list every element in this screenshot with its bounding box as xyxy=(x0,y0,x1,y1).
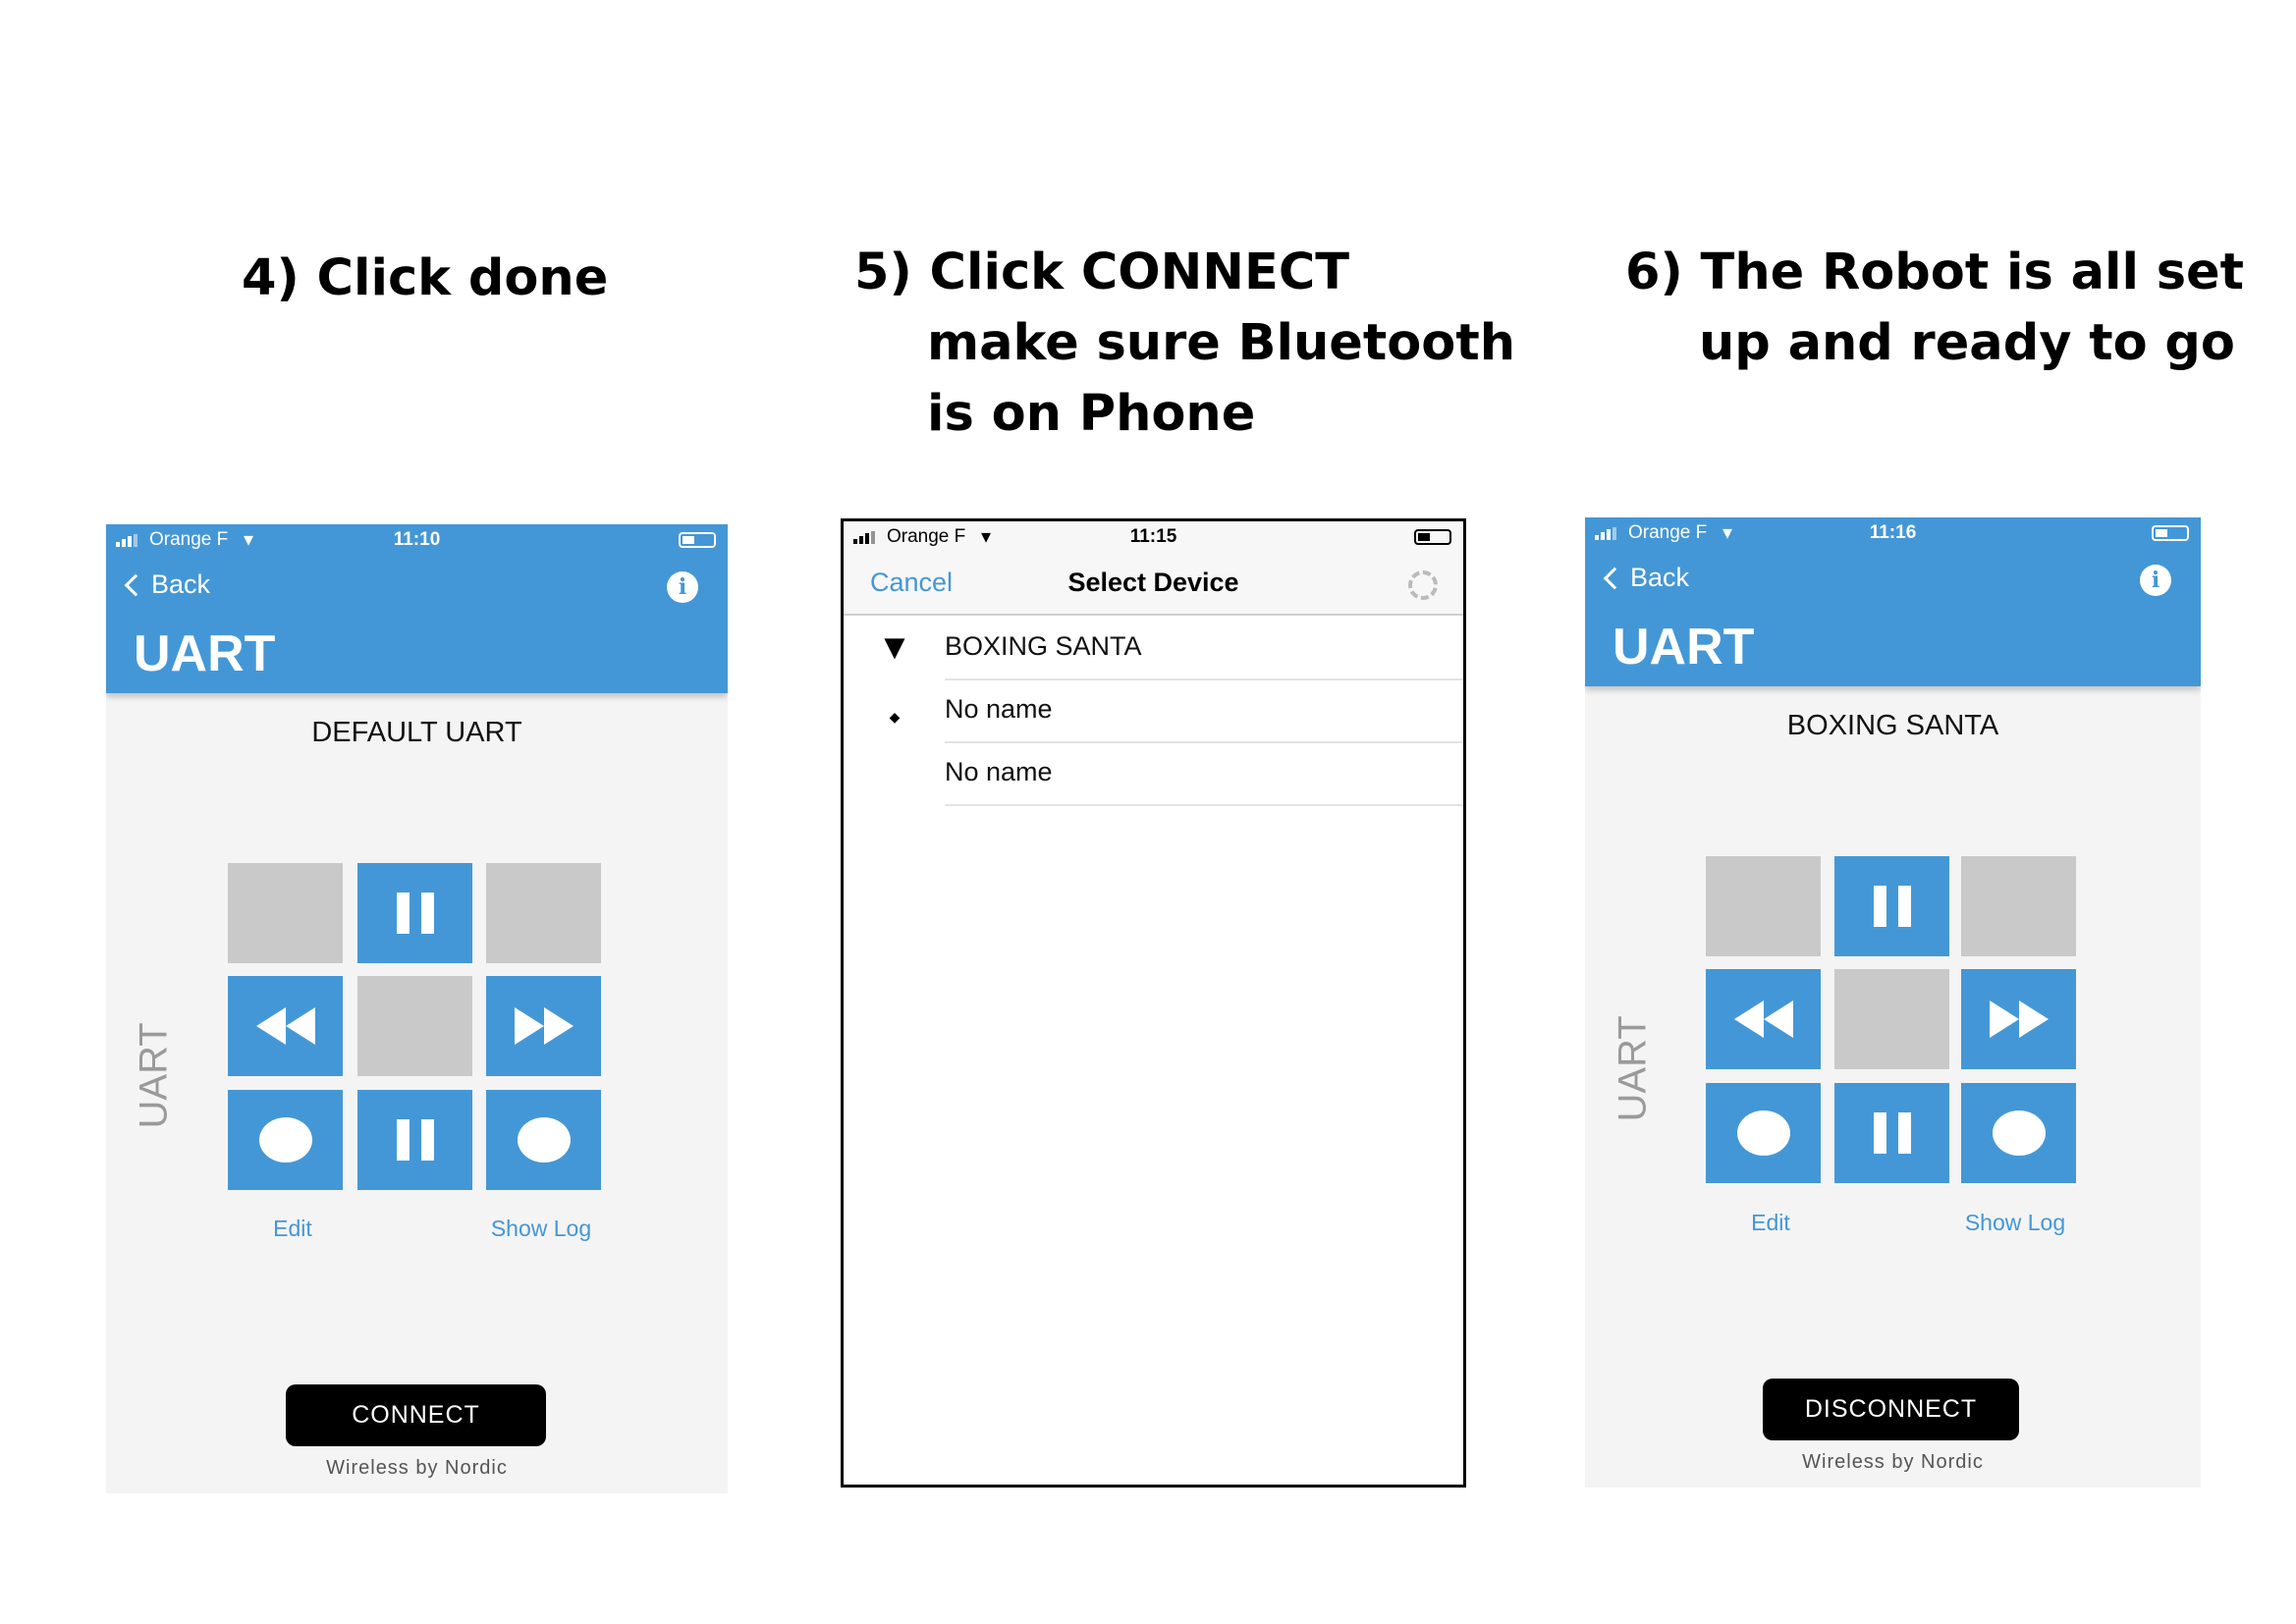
clock: 11:10 xyxy=(393,529,441,550)
select-device-screen: Orange F ▾ 11:15 Cancel Select Device ▼ B… xyxy=(841,518,1466,1488)
grid-button-pause[interactable] xyxy=(1834,856,1949,956)
step5-instruction-line2: make sure Bluetooth xyxy=(927,314,1516,372)
grid-button-empty[interactable] xyxy=(228,863,343,963)
chevron-left-icon xyxy=(1603,567,1626,589)
device-row[interactable]: ◆ No name xyxy=(844,680,1463,743)
record-icon xyxy=(517,1117,571,1163)
fast-forward-icon xyxy=(514,1007,574,1045)
grid-button-fast-forward[interactable] xyxy=(486,976,601,1076)
signal-strong-icon: ▼ xyxy=(877,626,912,667)
grid-button-record[interactable] xyxy=(1961,1083,2076,1183)
signal-weak-icon: ◆ xyxy=(889,709,901,725)
grid-button-rewind[interactable] xyxy=(228,976,343,1076)
device-name: BOXING SANTA xyxy=(1786,710,1999,741)
status-bar: Orange F ▾ 11:15 xyxy=(844,525,1463,549)
nav-header: Orange F ▾ 11:16 Back i UART xyxy=(1585,517,2201,686)
disconnect-button[interactable]: DISCONNECT xyxy=(1763,1379,2019,1440)
record-icon xyxy=(1736,1110,1790,1156)
device-row[interactable]: No name xyxy=(844,743,1463,806)
grid-button-empty[interactable] xyxy=(357,976,472,1076)
back-button[interactable]: Back xyxy=(120,569,210,600)
grid-button-pause[interactable] xyxy=(1834,1083,1949,1183)
record-icon xyxy=(258,1117,312,1163)
side-label: UART xyxy=(1611,1015,1655,1122)
divider xyxy=(945,804,1463,806)
battery-icon xyxy=(1414,529,1451,545)
pause-icon xyxy=(396,893,434,934)
status-bar: Orange F ▾ 11:10 xyxy=(106,528,728,552)
grid-button-fast-forward[interactable] xyxy=(1961,969,2076,1069)
clock: 11:15 xyxy=(1129,526,1177,547)
status-bar: Orange F ▾ 11:16 xyxy=(1585,521,2201,545)
page-title: UART xyxy=(1613,619,1755,676)
device-row[interactable]: ▼ BOXING SANTA xyxy=(844,618,1463,680)
battery-icon xyxy=(2152,525,2189,541)
device-name: BOXING SANTA xyxy=(945,631,1142,661)
rewind-icon xyxy=(1733,1001,1793,1038)
info-icon[interactable]: i xyxy=(2140,565,2171,596)
device-name: No name xyxy=(945,757,1053,786)
info-icon[interactable]: i xyxy=(667,571,698,603)
loading-spinner-icon xyxy=(1408,570,1438,600)
rewind-icon xyxy=(255,1007,315,1045)
device-name: No name xyxy=(945,694,1053,724)
step5-instruction-line3: is on Phone xyxy=(927,385,1256,443)
back-button[interactable]: Back xyxy=(1599,563,1689,593)
step4-instruction: 4) Click done xyxy=(242,249,609,307)
grid-button-empty[interactable] xyxy=(1961,856,2076,956)
clock: 11:16 xyxy=(1869,522,1917,543)
back-label: Back xyxy=(1630,563,1690,592)
show-log-link[interactable]: Show Log xyxy=(1965,1210,2065,1236)
back-label: Back xyxy=(151,569,211,599)
step6-instruction-line1: 6) The Robot is all set xyxy=(1625,244,2245,301)
edit-link[interactable]: Edit xyxy=(1751,1210,1790,1236)
fast-forward-icon xyxy=(1989,1001,2049,1038)
grid-button-record[interactable] xyxy=(486,1090,601,1190)
page-title: UART xyxy=(134,625,276,682)
footer-text: Wireless by Nordic xyxy=(1802,1451,1984,1473)
grid-button-record[interactable] xyxy=(228,1090,343,1190)
grid-button-record[interactable] xyxy=(1706,1083,1821,1183)
chevron-left-icon xyxy=(124,573,147,596)
grid-button-empty[interactable] xyxy=(486,863,601,963)
grid-button-rewind[interactable] xyxy=(1706,969,1821,1069)
grid-button-pause[interactable] xyxy=(357,863,472,963)
step6-instruction-line2: up and ready to go xyxy=(1699,314,2235,372)
step5-instruction-line1: 5) Click CONNECT xyxy=(854,244,1350,301)
record-icon xyxy=(1992,1110,2046,1156)
footer-text: Wireless by Nordic xyxy=(326,1457,508,1479)
side-label: UART xyxy=(132,1022,176,1129)
pause-icon xyxy=(1873,1112,1911,1154)
pause-icon xyxy=(396,1119,434,1161)
uart-screen-disconnected: Orange F ▾ 11:10 Back i UART DEFAULT UAR… xyxy=(106,524,728,1493)
nav-header: Orange F ▾ 11:15 Cancel Select Device xyxy=(844,521,1463,616)
grid-button-pause[interactable] xyxy=(357,1090,472,1190)
pause-icon xyxy=(1873,886,1911,927)
edit-link[interactable]: Edit xyxy=(273,1216,312,1242)
show-log-link[interactable]: Show Log xyxy=(491,1216,591,1242)
device-name: DEFAULT UART xyxy=(311,717,522,748)
grid-button-empty[interactable] xyxy=(1706,856,1821,956)
uart-screen-connected: Orange F ▾ 11:16 Back i UART BOXING SANT… xyxy=(1585,517,2201,1488)
nav-header: Orange F ▾ 11:10 Back i UART xyxy=(106,524,728,693)
grid-button-empty[interactable] xyxy=(1834,969,1949,1069)
battery-icon xyxy=(679,532,716,548)
page-title: Select Device xyxy=(1067,568,1239,597)
connect-button[interactable]: CONNECT xyxy=(286,1384,546,1446)
